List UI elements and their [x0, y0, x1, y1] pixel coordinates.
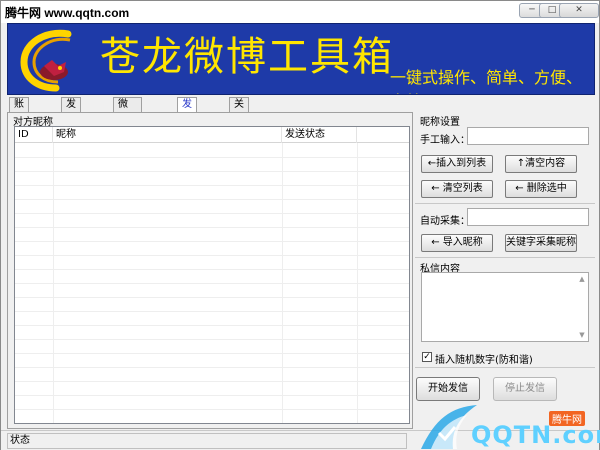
grid-line: [15, 297, 409, 298]
app-window: 腾牛网 www.qqtn.com ─ □ ✕ 苍龙微博工具箱 一键式操作、简单、…: [0, 0, 600, 450]
close-button[interactable]: ✕: [559, 3, 599, 18]
grid-line: [15, 213, 409, 214]
grid-line: [15, 241, 409, 242]
grid-line: [15, 171, 409, 172]
manual-input-label: 手工输入：: [420, 135, 470, 146]
title-bar: 腾牛网 www.qqtn.com ─ □ ✕: [1, 1, 599, 23]
grid-line: [15, 339, 409, 340]
grid-line: [15, 269, 409, 270]
scroll-up-icon[interactable]: ▲: [577, 274, 587, 284]
divider: [415, 203, 595, 204]
settings-panel: 昵称设置 手工输入： ←插入到列表 ↑清空内容 ← 清空列表 ← 删除选中 自动…: [415, 112, 595, 429]
grid-line: [15, 409, 409, 410]
tab-account[interactable]: 账号管理: [9, 97, 29, 152]
auto-collect-label: 自动采集：: [420, 216, 470, 227]
column-id[interactable]: ID: [15, 127, 53, 143]
tab-post-weibo[interactable]: 发表微博: [61, 97, 81, 152]
grid-line: [15, 157, 409, 158]
grid-line: [15, 283, 409, 284]
nickname-settings-label: 昵称设置: [420, 117, 460, 128]
insert-random-checkbox[interactable]: ✓: [422, 352, 432, 362]
grid-line: [15, 311, 409, 312]
grid-line: [15, 227, 409, 228]
nickname-list[interactable]: ID 昵称 发送状态: [14, 126, 410, 424]
message-content-textarea[interactable]: ▲ ▼: [421, 272, 589, 342]
start-send-button[interactable]: 开始发信: [416, 377, 480, 401]
divider: [415, 257, 595, 258]
column-nickname[interactable]: 昵称: [53, 127, 282, 143]
insert-random-label: 插入随机数字(防和谐): [435, 355, 533, 366]
divider: [415, 367, 595, 368]
tab-about[interactable]: 关于: [229, 97, 249, 124]
grid-line: [15, 381, 409, 382]
grid-line: [15, 325, 409, 326]
auto-collect-field[interactable]: [467, 208, 589, 226]
grid-line: [15, 255, 409, 256]
delete-selected-button[interactable]: ← 删除选中: [505, 180, 577, 198]
dragon-logo-icon: [20, 29, 72, 92]
status-label: 状态: [7, 433, 407, 449]
clear-content-button[interactable]: ↑清空内容: [505, 155, 577, 173]
watermark-text: 腾牛网 www.qqtn.com: [5, 6, 130, 20]
list-header: ID 昵称 发送状态: [15, 127, 409, 143]
banner-title: 苍龙微博工具箱: [100, 34, 394, 80]
grid-line: [15, 395, 409, 396]
grid-line: [15, 199, 409, 200]
tab-weibo-comment[interactable]: 微博评论Add: [113, 97, 143, 166]
grid-line: [15, 185, 409, 186]
grid-line: [15, 367, 409, 368]
banner-slogan: 一键式操作、简单、方便、高效: [390, 68, 583, 94]
insert-to-list-button[interactable]: ←插入到列表: [421, 155, 493, 173]
grid-line: [15, 353, 409, 354]
scroll-down-icon[interactable]: ▼: [577, 330, 587, 340]
banner: 苍龙微博工具箱 一键式操作、简单、方便、高效: [7, 23, 595, 95]
clear-list-button[interactable]: ← 清空列表: [421, 180, 493, 198]
manual-input-field[interactable]: [467, 127, 589, 145]
keyword-collect-button[interactable]: 关键字采集昵称: [505, 234, 577, 252]
corner-watermark-badge: 腾牛网: [549, 411, 585, 426]
nickname-panel: 对方昵称 ID 昵称 发送状态: [7, 112, 413, 429]
import-nickname-button[interactable]: ← 导入昵称: [421, 234, 493, 252]
column-send-status[interactable]: 发送状态: [282, 127, 357, 143]
stop-send-button[interactable]: 停止发信: [493, 377, 557, 401]
